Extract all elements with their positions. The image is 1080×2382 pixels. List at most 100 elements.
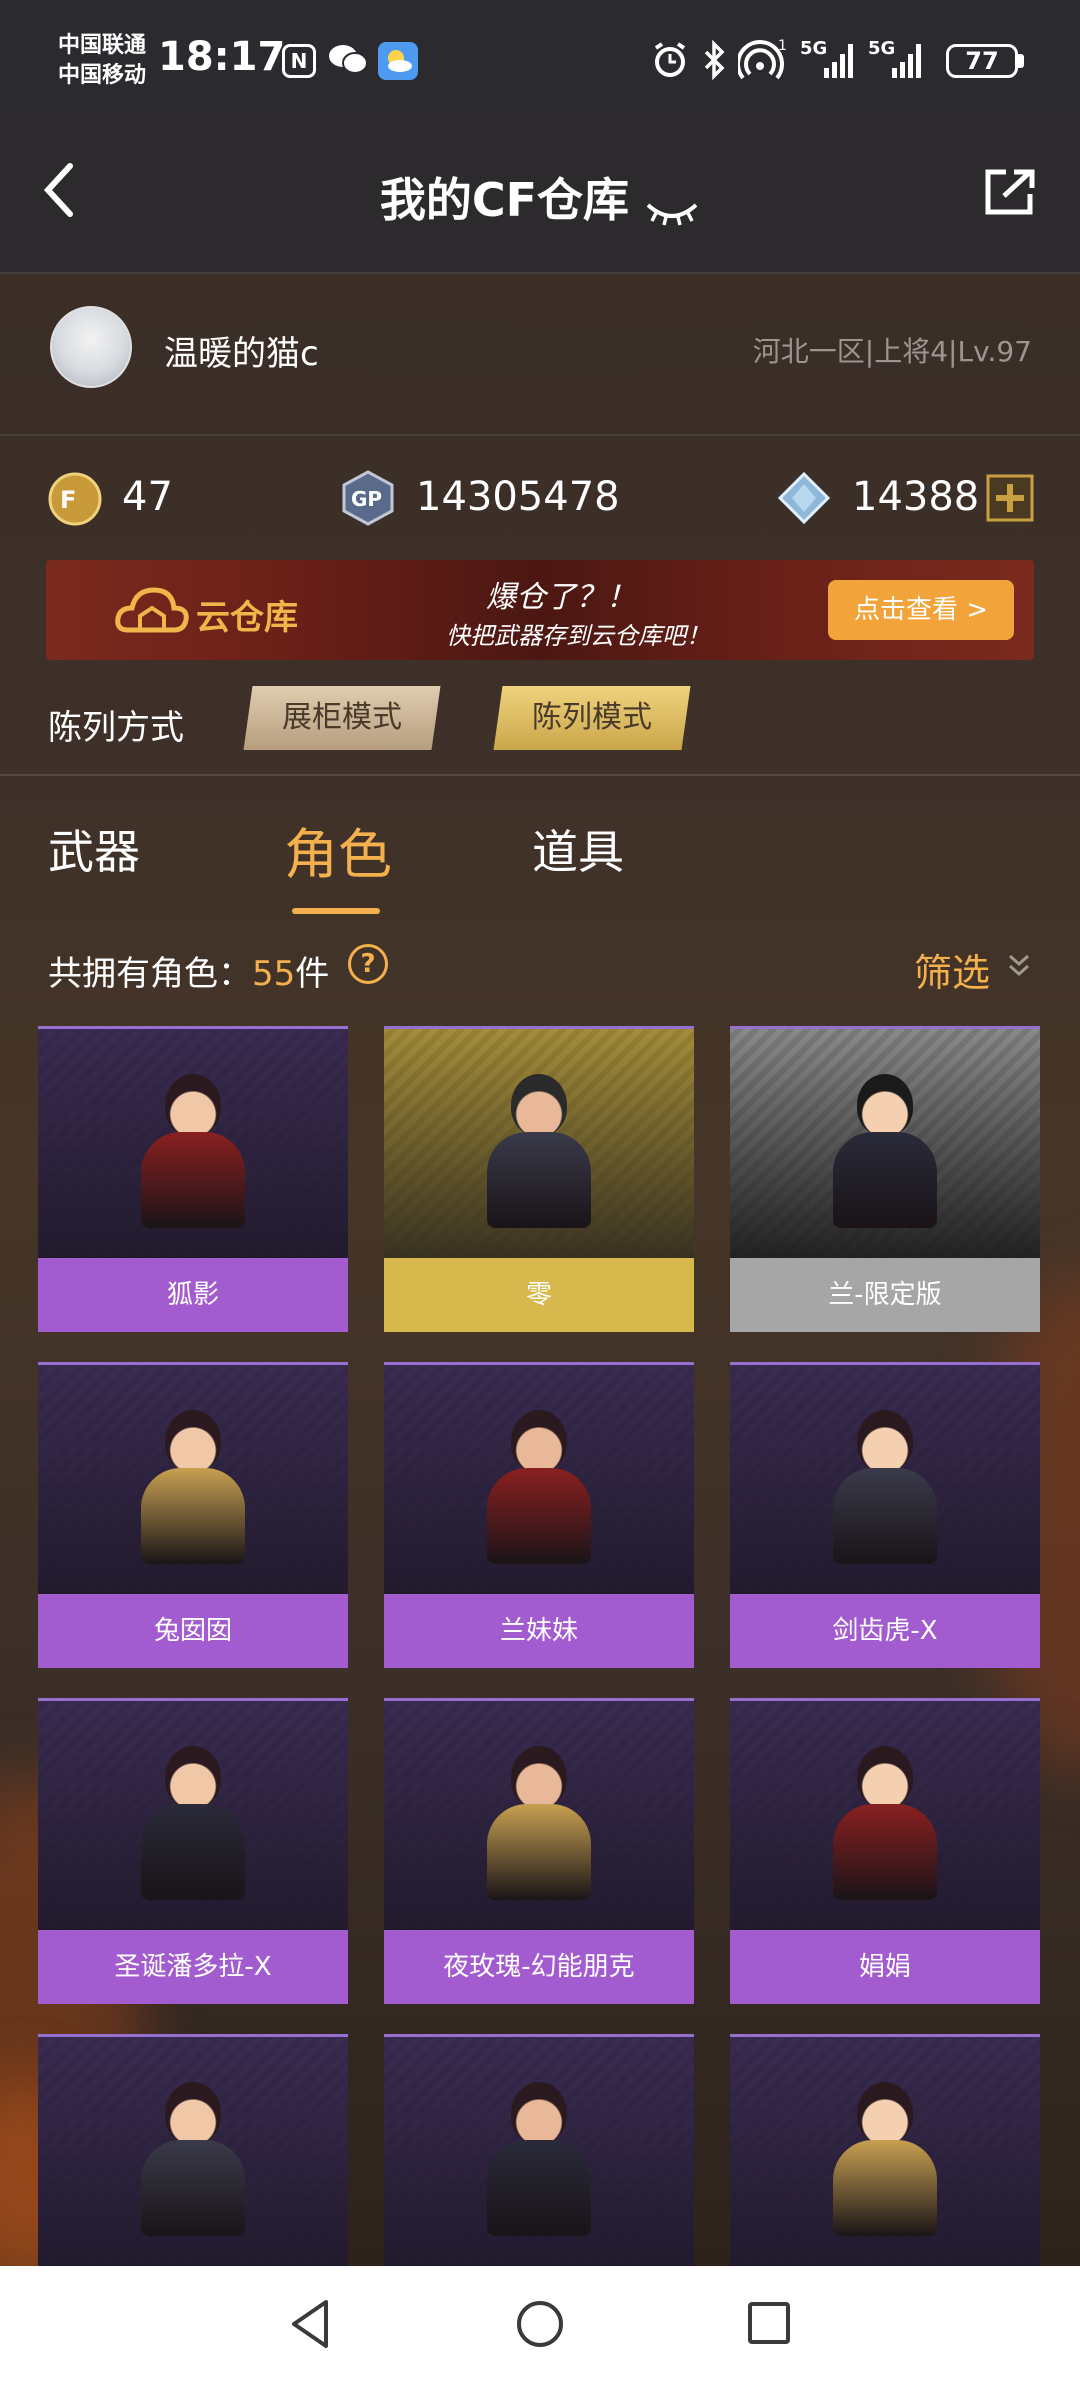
nav-recents-button[interactable] — [746, 2300, 792, 2350]
avatar[interactable] — [50, 306, 132, 388]
character-name: 娟娟 — [730, 1930, 1040, 2004]
cf-value: 47 — [122, 474, 173, 520]
svg-text:GP: GP — [351, 487, 382, 511]
battery-indicator: 77 — [946, 44, 1018, 78]
character-card[interactable]: 剑齿虎-X — [730, 1362, 1040, 1668]
card-top-border — [38, 1698, 348, 1701]
showcase-mode-button[interactable]: 展柜模式 — [243, 686, 441, 750]
alarm-icon — [650, 40, 690, 84]
page-title: 我的CF仓库 — [379, 173, 630, 227]
plus-icon — [986, 474, 1034, 522]
signal-icon-2: 5G — [868, 38, 932, 86]
figure-head — [857, 1074, 913, 1136]
card-top-border — [730, 2034, 1040, 2037]
figure-head — [857, 1410, 913, 1472]
carrier-1: 中国联通 — [58, 33, 147, 58]
character-card[interactable]: 兰妹妹 — [384, 1362, 694, 1668]
figure-head — [511, 1074, 567, 1136]
figure-head — [165, 1746, 221, 1808]
character-figure — [141, 1074, 245, 1228]
svg-text:F: F — [60, 486, 76, 514]
share-button[interactable] — [982, 166, 1038, 222]
character-card[interactable]: 娟娟 — [730, 1698, 1040, 2004]
character-figure — [141, 1746, 245, 1900]
chevron-down-icon[interactable] — [1006, 950, 1032, 987]
character-portrait — [730, 1026, 1040, 1258]
display-mode-button[interactable]: 陈列模式 — [493, 686, 691, 750]
circle-home-icon — [517, 2301, 563, 2347]
character-card[interactable]: 兰-限定版 — [730, 1026, 1040, 1332]
card-top-border — [730, 1362, 1040, 1365]
profile-row: 温暖的猫c 河北一区|上将4|Lv.97 — [0, 274, 1080, 436]
character-portrait — [38, 1698, 348, 1930]
character-portrait — [730, 2034, 1040, 2266]
character-portrait — [384, 2034, 694, 2266]
character-figure — [141, 1410, 245, 1564]
character-figure — [833, 1746, 937, 1900]
hotspot-icon: 1 — [736, 38, 788, 86]
character-portrait — [38, 1026, 348, 1258]
tab-characters[interactable]: 角色 — [284, 810, 392, 889]
divider — [0, 774, 1080, 776]
status-bar: 中国联通 中国移动 18:17 N 1 5G 5G 77 — [0, 0, 1080, 108]
character-figure — [487, 2082, 591, 2236]
character-portrait — [384, 1698, 694, 1930]
character-card[interactable]: 零 — [384, 1026, 694, 1332]
add-diamond-button[interactable] — [986, 474, 1034, 526]
cloud-storage-banner[interactable]: 云仓库 爆仓了？！ 快把武器存到云仓库吧！ 点击查看 > — [46, 560, 1034, 660]
gp-value: 14305478 — [416, 474, 620, 520]
app-header: 我的CF仓库 — [0, 108, 1080, 274]
character-card[interactable]: 圣诞潘多拉-X — [38, 1698, 348, 2004]
character-figure — [487, 1074, 591, 1228]
figure-body — [487, 1132, 591, 1228]
character-card[interactable]: 狐影 — [38, 1026, 348, 1332]
character-portrait — [38, 2034, 348, 2266]
tab-items[interactable]: 道具 — [532, 816, 624, 882]
figure-head — [511, 1410, 567, 1472]
character-name: 夜玫瑰-幻能朋克 — [384, 1930, 694, 2004]
character-figure — [487, 1746, 591, 1900]
wechat-icon — [328, 42, 368, 76]
diamond-icon — [776, 470, 832, 530]
character-figure — [487, 1410, 591, 1564]
character-card[interactable]: 兔囡囡 — [38, 1362, 348, 1668]
character-portrait — [384, 1026, 694, 1258]
figure-head — [511, 2082, 567, 2144]
card-top-border — [384, 1362, 694, 1365]
character-portrait — [730, 1362, 1040, 1594]
hide-eye-icon[interactable] — [644, 197, 700, 227]
carrier-2: 中国移动 — [58, 63, 147, 88]
card-top-border — [38, 1362, 348, 1365]
gp-icon: GP — [340, 470, 396, 530]
svg-text:1: 1 — [778, 38, 787, 54]
banner-headline: 爆仓了？！ — [486, 580, 636, 615]
help-icon[interactable]: ? — [348, 944, 388, 984]
diamond-value: 14388 — [852, 474, 980, 520]
cloud-house-icon — [114, 582, 190, 646]
server-info: 河北一区|上将4|Lv.97 — [752, 335, 1032, 368]
system-nav-bar — [0, 2266, 1080, 2382]
character-figure — [833, 2082, 937, 2236]
figure-body — [487, 1468, 591, 1564]
filter-button[interactable]: 筛选 — [914, 942, 990, 997]
card-top-border — [730, 1698, 1040, 1701]
signal-icon-1: 5G — [800, 38, 860, 86]
character-name: 兔囡囡 — [38, 1594, 348, 1668]
figure-body — [141, 2140, 245, 2236]
figure-body — [487, 1804, 591, 1900]
character-card[interactable]: 夜玫瑰-幻能朋克 — [384, 1698, 694, 2004]
character-figure — [141, 2082, 245, 2236]
character-name: 剑齿虎-X — [730, 1594, 1040, 1668]
nav-home-button[interactable] — [514, 2298, 566, 2354]
view-cloud-button[interactable]: 点击查看 > — [828, 580, 1014, 640]
character-figure — [833, 1074, 937, 1228]
character-name: 零 — [384, 1258, 694, 1332]
tab-weapons[interactable]: 武器 — [48, 816, 140, 882]
active-tab-indicator — [292, 908, 380, 914]
cf-coin-icon: F — [48, 472, 102, 530]
card-top-border — [730, 1026, 1040, 1029]
figure-head — [511, 1746, 567, 1808]
figure-head — [165, 2082, 221, 2144]
figure-body — [141, 1468, 245, 1564]
nav-back-button[interactable] — [286, 2296, 334, 2356]
